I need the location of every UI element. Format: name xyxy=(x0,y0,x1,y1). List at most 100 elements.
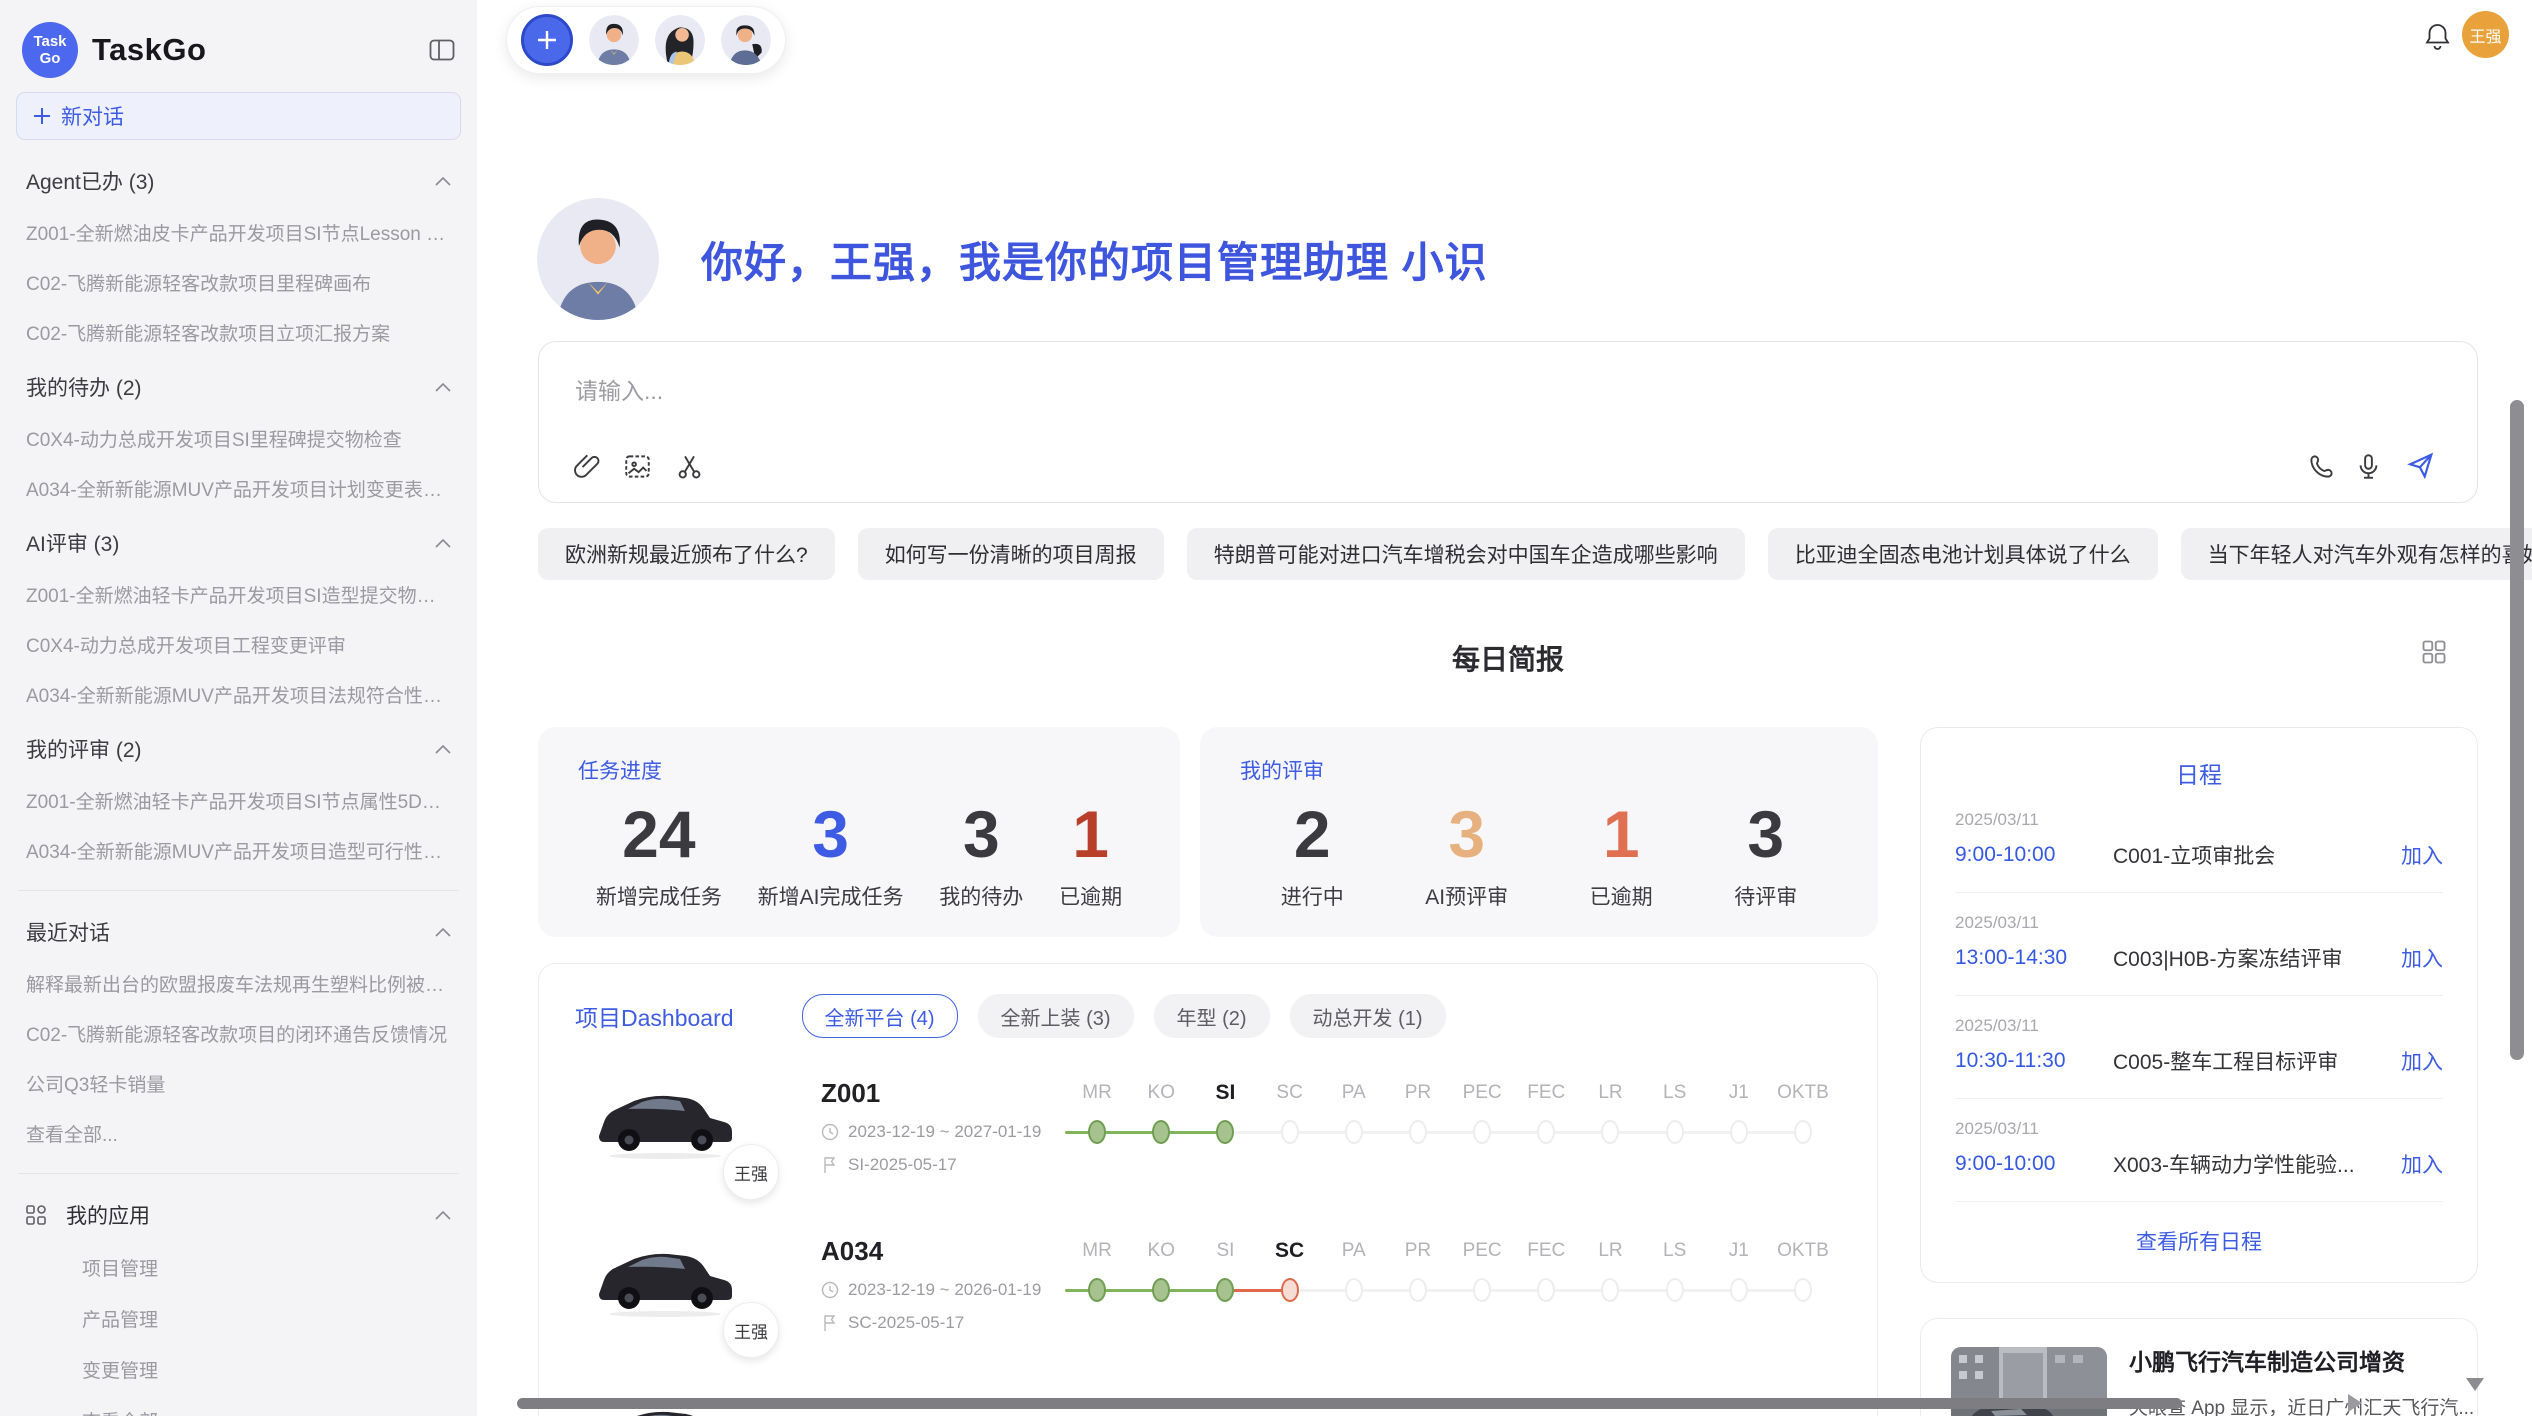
project-row-z001[interactable]: 王强 Z001 2023-12-19 ~ 2027-01-19 SI-2025-… xyxy=(539,1078,1877,1180)
sidebar-item[interactable]: A034-全新新能源MUV产品开发项目造型可行性评审 xyxy=(16,837,461,864)
avatar-contact-1[interactable] xyxy=(589,15,639,65)
milestone-dot xyxy=(1601,1278,1619,1302)
recent-chat-item[interactable]: 解释最新出台的欧盟报废车法规再生塑料比例被调至15%... xyxy=(16,970,461,997)
milestone-dot xyxy=(1345,1278,1363,1302)
owner-badge: 王强 xyxy=(723,1302,779,1358)
project-row-a034[interactable]: 王强 A034 2023-12-19 ~ 2026-01-19 SC-2025-… xyxy=(539,1236,1877,1338)
sidebar-item[interactable]: C0X4-动力总成开发项目工程变更评审 xyxy=(16,631,461,658)
section-title: 最近对话 xyxy=(26,917,110,947)
suggestion-chip[interactable]: 如何写一份清晰的项目周报 xyxy=(858,528,1164,580)
join-button[interactable]: 加入 xyxy=(2401,840,2443,870)
view-all-schedule[interactable]: 查看所有日程 xyxy=(1955,1226,2443,1256)
event-name: X003-车辆动力学性能验... xyxy=(2113,1149,2401,1179)
stat-label: 已逾期 xyxy=(1059,881,1122,911)
new-chat-button[interactable]: 新对话 xyxy=(16,92,461,140)
flag-icon xyxy=(821,1314,839,1332)
tab-new-body[interactable]: 全新上装 (3) xyxy=(978,994,1134,1038)
recent-chat-item[interactable]: C02-飞腾新能源轻客改款项目的闭环通告反馈情况 xyxy=(16,1020,461,1047)
chevron-up-icon[interactable] xyxy=(435,745,451,754)
dashboard-title: 项目Dashboard xyxy=(575,999,734,1033)
add-contact-button[interactable] xyxy=(521,14,573,66)
milestone-track: MRKOSISCPAPRPECFECLRLSJ1OKTB xyxy=(1065,1078,1835,1180)
stat-in-progress: 2 进行中 xyxy=(1281,799,1344,911)
stat-value: 1 xyxy=(1590,799,1653,869)
collapse-panel-icon[interactable] xyxy=(429,38,455,62)
section-my-review: 我的评审 (2) Z001-全新燃油轻卡产品开发项目SI节点属性5D文件评审 A… xyxy=(16,734,461,864)
chevron-up-icon[interactable] xyxy=(435,177,451,186)
sidebar-item[interactable]: C0X4-动力总成开发项目SI里程碑提交物检查 xyxy=(16,425,461,452)
horizontal-scrollbar[interactable] xyxy=(517,1398,2182,1409)
input-placeholder: 请输入... xyxy=(575,372,663,406)
tab-powertrain[interactable]: 动总开发 (1) xyxy=(1290,994,1446,1038)
image-upload-icon[interactable] xyxy=(624,453,651,480)
sidebar-item[interactable]: Z001-全新燃油皮卡产品开发项目SI节点Lesson Learn报告 xyxy=(16,219,461,246)
milestone-pr: PR xyxy=(1386,1236,1450,1338)
join-button[interactable]: 加入 xyxy=(2401,1149,2443,1179)
avatar-contact-2[interactable] xyxy=(655,15,705,65)
scissors-icon[interactable] xyxy=(676,453,703,480)
stat-value: 3 xyxy=(1734,799,1797,869)
milestone-dot xyxy=(1601,1120,1619,1144)
layout-grid-icon[interactable] xyxy=(2420,638,2448,666)
chat-input-box[interactable]: 请输入... xyxy=(538,341,2478,503)
assistant-avatar xyxy=(537,198,659,320)
app-logo: Task Go xyxy=(22,22,78,78)
section-agent-done: Agent已办 (3) Z001-全新燃油皮卡产品开发项目SI节点Lesson … xyxy=(16,166,461,346)
event-time: 9:00-10:00 xyxy=(1955,843,2113,867)
milestone-label: FEC xyxy=(1527,1078,1565,1108)
app-item-product-mgmt[interactable]: 产品管理 xyxy=(16,1305,461,1332)
stat-ai-prereview: 3 AI预评审 xyxy=(1425,799,1508,911)
sidebar-item[interactable]: Z001-全新燃油轻卡产品开发项目SI造型提交物评审 xyxy=(16,581,461,608)
suggestion-chip[interactable]: 当下年轻人对汽车外观有怎样的喜好趋势 xyxy=(2181,528,2532,580)
sidebar-item[interactable]: A034-全新新能源MUV产品开发项目法规符合性评审 xyxy=(16,681,461,708)
vertical-scrollbar[interactable] xyxy=(2510,400,2524,1060)
sidebar-item[interactable]: Z001-全新燃油轻卡产品开发项目SI节点属性5D文件评审 xyxy=(16,787,461,814)
phone-call-icon[interactable] xyxy=(2308,453,2335,480)
logo-text-1: Task xyxy=(33,33,66,50)
milestone-dot xyxy=(1409,1120,1427,1144)
schedule-event: 2025/03/11 9:00-10:00 C001-立项审批会 加入 xyxy=(1955,790,2443,893)
suggestion-chip[interactable]: 欧洲新规最近颁布了什么? xyxy=(538,528,835,580)
sidebar-item[interactable]: A034-全新新能源MUV产品开发项目计划变更表编写 xyxy=(16,475,461,502)
join-button[interactable]: 加入 xyxy=(2401,1046,2443,1076)
sidebar-item[interactable]: C02-飞腾新能源轻客改款项目里程碑画布 xyxy=(16,269,461,296)
view-all-chats[interactable]: 查看全部... xyxy=(16,1120,461,1147)
join-button[interactable]: 加入 xyxy=(2401,943,2443,973)
app-item-change-mgmt[interactable]: 变更管理 xyxy=(16,1356,461,1383)
my-apps-label: 我的应用 xyxy=(66,1200,150,1230)
user-avatar[interactable]: 王强 xyxy=(2462,11,2509,58)
sidebar-item[interactable]: C02-飞腾新能源轻客改款项目立项汇报方案 xyxy=(16,319,461,346)
suggestion-chip[interactable]: 特朗普可能对进口汽车增税会对中国车企造成哪些影响 xyxy=(1187,528,1745,580)
milestone-dot xyxy=(1666,1278,1684,1302)
attachment-icon[interactable] xyxy=(573,453,600,480)
scroll-right-arrow[interactable] xyxy=(2348,1394,2362,1412)
stat-ai-done: 3 新增AI完成任务 xyxy=(758,799,904,911)
stat-overdue: 1 已逾期 xyxy=(1059,799,1122,911)
app-item-view-all[interactable]: 查看全部... xyxy=(16,1407,461,1416)
tab-new-platform[interactable]: 全新平台 (4) xyxy=(802,994,958,1038)
app-item-project-mgmt[interactable]: 项目管理 xyxy=(16,1254,461,1281)
card-title: 任务进度 xyxy=(578,755,1140,785)
sidebar-item-my-apps[interactable]: 我的应用 xyxy=(16,1200,461,1230)
send-icon[interactable] xyxy=(2406,451,2435,480)
milestone-dot xyxy=(1088,1120,1106,1144)
milestone-label: PA xyxy=(1342,1078,1366,1108)
milestone-dot xyxy=(1473,1278,1491,1302)
chevron-up-icon[interactable] xyxy=(435,539,451,548)
clock-icon xyxy=(821,1123,839,1141)
tab-model-year[interactable]: 年型 (2) xyxy=(1154,994,1270,1038)
milestone-label: LR xyxy=(1598,1078,1622,1108)
milestone-label: J1 xyxy=(1729,1078,1749,1108)
chevron-up-icon[interactable] xyxy=(435,383,451,392)
recent-chat-item[interactable]: 公司Q3轻卡销量 xyxy=(16,1070,461,1097)
microphone-icon[interactable] xyxy=(2355,453,2382,480)
notification-bell-icon[interactable] xyxy=(2424,22,2451,51)
stat-label: 新增完成任务 xyxy=(596,881,722,911)
avatar-contact-3[interactable] xyxy=(721,15,771,65)
chevron-up-icon[interactable] xyxy=(435,928,451,937)
event-name: C001-立项审批会 xyxy=(2113,840,2401,870)
scroll-down-arrow[interactable] xyxy=(2466,1378,2484,1391)
milestone-dot xyxy=(1537,1120,1555,1144)
suggestion-chip[interactable]: 比亚迪全固态电池计划具体说了什么 xyxy=(1768,528,2158,580)
chevron-up-icon[interactable] xyxy=(435,1211,451,1220)
